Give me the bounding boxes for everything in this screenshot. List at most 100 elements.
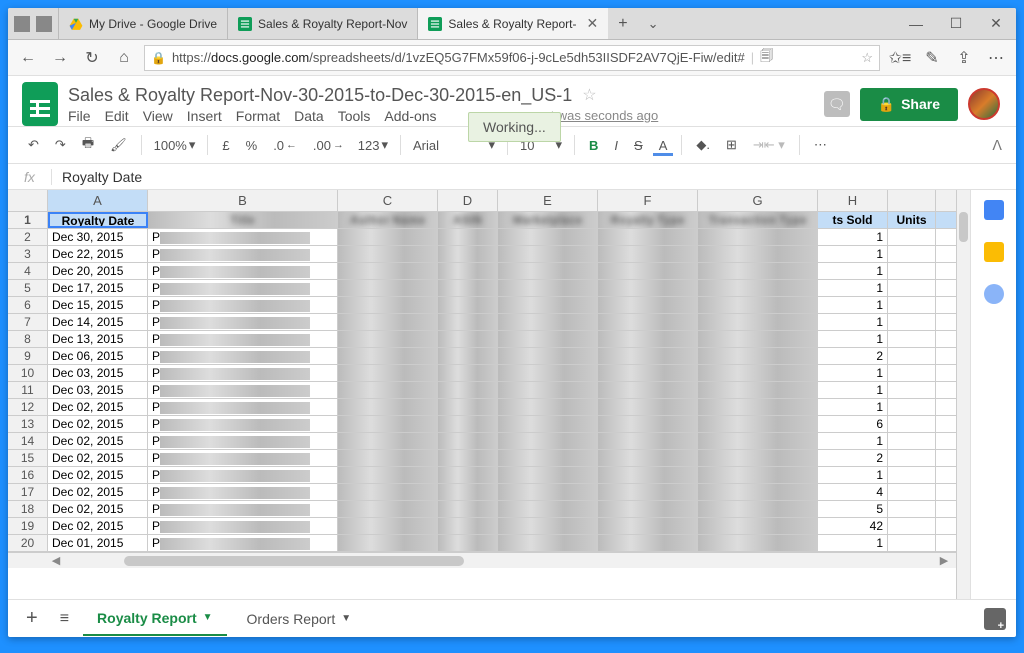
cell-asin[interactable] bbox=[438, 501, 498, 517]
cell-asin[interactable] bbox=[438, 467, 498, 483]
row-number[interactable]: 8 bbox=[8, 331, 48, 347]
col-header-E[interactable]: E bbox=[498, 190, 598, 211]
cell-units[interactable] bbox=[888, 484, 936, 500]
cell-A1[interactable]: Royalty Date bbox=[48, 212, 148, 228]
home-button[interactable]: ⌂ bbox=[112, 49, 136, 67]
cell-units[interactable] bbox=[888, 229, 936, 245]
cell-title[interactable]: P bbox=[148, 399, 338, 415]
cell-sold[interactable]: 1 bbox=[818, 382, 888, 398]
fx-input[interactable]: Royalty Date bbox=[52, 169, 152, 185]
cell-royalty-type[interactable] bbox=[598, 399, 698, 415]
cell-title[interactable]: P bbox=[148, 416, 338, 432]
cell-units[interactable] bbox=[888, 297, 936, 313]
cell-asin[interactable] bbox=[438, 348, 498, 364]
calendar-icon[interactable] bbox=[984, 200, 1004, 220]
row-number[interactable]: 2 bbox=[8, 229, 48, 245]
sheet-tab-orders[interactable]: Orders Report ▼ bbox=[233, 603, 366, 635]
sheets-logo-icon[interactable] bbox=[22, 82, 58, 126]
cell-asin[interactable] bbox=[438, 535, 498, 551]
cell-royalty-type[interactable] bbox=[598, 246, 698, 262]
cell-txn-type[interactable] bbox=[698, 484, 818, 500]
cell-B1[interactable]: Title bbox=[148, 212, 338, 228]
cell-title[interactable]: P bbox=[148, 433, 338, 449]
cell-date[interactable]: Dec 02, 2015 bbox=[48, 484, 148, 500]
menu-insert[interactable]: Insert bbox=[187, 108, 222, 124]
row-number[interactable]: 4 bbox=[8, 263, 48, 279]
cell-asin[interactable] bbox=[438, 518, 498, 534]
cell-units[interactable] bbox=[888, 382, 936, 398]
browser-tab-sheets-2[interactable]: Sales & Royalty Report- ✕ bbox=[417, 8, 608, 39]
cell-author[interactable] bbox=[338, 450, 438, 466]
reading-view-icon[interactable]: 🗐 bbox=[760, 47, 773, 69]
decrease-decimal-button[interactable]: .0← bbox=[267, 134, 303, 157]
row-number[interactable]: 10 bbox=[8, 365, 48, 381]
cell-txn-type[interactable] bbox=[698, 365, 818, 381]
row-number[interactable]: 17 bbox=[8, 484, 48, 500]
cell-sold[interactable]: 2 bbox=[818, 450, 888, 466]
cell-market[interactable] bbox=[498, 484, 598, 500]
cell-title[interactable]: P bbox=[148, 297, 338, 313]
cell-title[interactable]: P bbox=[148, 331, 338, 347]
menu-view[interactable]: View bbox=[143, 108, 173, 124]
redo-button[interactable]: ↷ bbox=[49, 133, 72, 157]
sheet-tab-menu-icon[interactable]: ▼ bbox=[203, 612, 213, 623]
close-button[interactable]: ✕ bbox=[976, 8, 1016, 39]
row-number[interactable]: 3 bbox=[8, 246, 48, 262]
cell-asin[interactable] bbox=[438, 263, 498, 279]
col-header-F[interactable]: F bbox=[598, 190, 698, 211]
more-icon[interactable]: ⋯ bbox=[984, 48, 1008, 68]
cell-E1[interactable]: Marketplace bbox=[498, 212, 598, 228]
cell-sold[interactable]: 1 bbox=[818, 535, 888, 551]
menu-file[interactable]: File bbox=[68, 108, 91, 124]
cell-title[interactable]: P bbox=[148, 450, 338, 466]
cell-units[interactable] bbox=[888, 280, 936, 296]
cell-author[interactable] bbox=[338, 484, 438, 500]
cell-author[interactable] bbox=[338, 331, 438, 347]
cell-market[interactable] bbox=[498, 297, 598, 313]
currency-button[interactable]: £ bbox=[216, 134, 235, 157]
sheet-tab-royalty[interactable]: Royalty Report ▼ bbox=[83, 602, 226, 636]
cell-sold[interactable]: 1 bbox=[818, 314, 888, 330]
cell-date[interactable]: Dec 03, 2015 bbox=[48, 365, 148, 381]
cell-units[interactable] bbox=[888, 467, 936, 483]
url-input[interactable]: 🔒 https://docs.google.com/spreadsheets/d… bbox=[144, 45, 880, 71]
cell-market[interactable] bbox=[498, 382, 598, 398]
cell-title[interactable]: P bbox=[148, 280, 338, 296]
merge-button[interactable]: ⇥⇤ ▾ bbox=[747, 133, 791, 157]
cell-txn-type[interactable] bbox=[698, 416, 818, 432]
cell-txn-type[interactable] bbox=[698, 331, 818, 347]
cell-date[interactable]: Dec 02, 2015 bbox=[48, 450, 148, 466]
cell-date[interactable]: Dec 01, 2015 bbox=[48, 535, 148, 551]
cell-sold[interactable]: 1 bbox=[818, 331, 888, 347]
cell-market[interactable] bbox=[498, 263, 598, 279]
cell-sold[interactable]: 1 bbox=[818, 263, 888, 279]
menu-format[interactable]: Format bbox=[236, 108, 280, 124]
cell-units[interactable] bbox=[888, 416, 936, 432]
cell-sold[interactable]: 4 bbox=[818, 484, 888, 500]
cell-asin[interactable] bbox=[438, 280, 498, 296]
more-formats-button[interactable]: 123 ▾ bbox=[354, 135, 392, 155]
cell-txn-type[interactable] bbox=[698, 229, 818, 245]
vscroll-thumb[interactable] bbox=[959, 212, 968, 242]
cell-title[interactable]: P bbox=[148, 535, 338, 551]
cell-txn-type[interactable] bbox=[698, 348, 818, 364]
cell-asin[interactable] bbox=[438, 433, 498, 449]
fill-color-button[interactable]: ◆. bbox=[690, 133, 716, 157]
cell-author[interactable] bbox=[338, 518, 438, 534]
cell-date[interactable]: Dec 30, 2015 bbox=[48, 229, 148, 245]
cell-txn-type[interactable] bbox=[698, 450, 818, 466]
row-number[interactable]: 13 bbox=[8, 416, 48, 432]
cell-sold[interactable]: 42 bbox=[818, 518, 888, 534]
cell-asin[interactable] bbox=[438, 314, 498, 330]
col-header-B[interactable]: B bbox=[148, 190, 338, 211]
cell-txn-type[interactable] bbox=[698, 535, 818, 551]
col-header-D[interactable]: D bbox=[438, 190, 498, 211]
menu-edit[interactable]: Edit bbox=[105, 108, 129, 124]
cell-title[interactable]: P bbox=[148, 314, 338, 330]
browser-tab-drive[interactable]: My Drive - Google Drive bbox=[58, 8, 227, 39]
cell-asin[interactable] bbox=[438, 416, 498, 432]
row-number[interactable]: 1 bbox=[8, 212, 48, 228]
cell-H1[interactable]: ts Sold bbox=[818, 212, 888, 228]
cell-author[interactable] bbox=[338, 297, 438, 313]
col-header-H[interactable]: H bbox=[818, 190, 888, 211]
